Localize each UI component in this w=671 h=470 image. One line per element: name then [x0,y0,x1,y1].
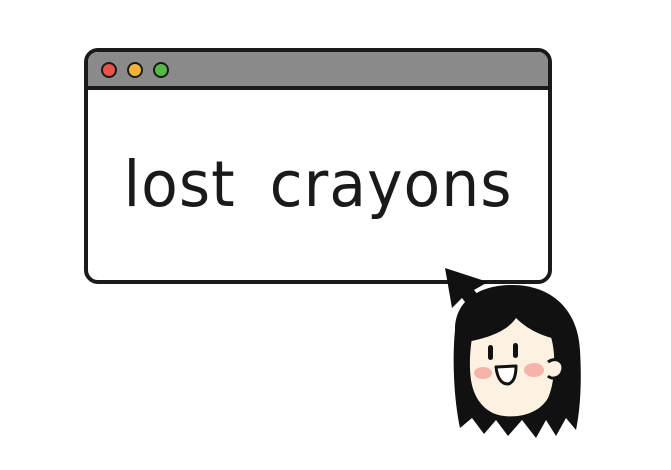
illustration-layer [445,268,581,438]
girl-avatar [453,285,581,438]
